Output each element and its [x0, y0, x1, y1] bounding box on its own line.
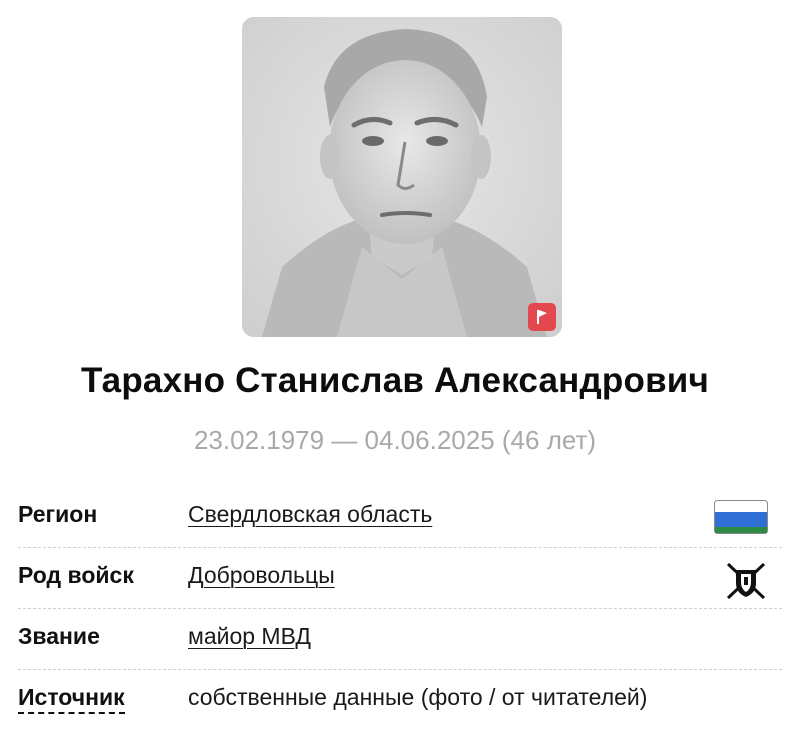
info-row-branch: Род войск Добровольцы: [18, 548, 782, 609]
source-label[interactable]: Источник: [18, 684, 125, 714]
person-name: Тарахно Станислав Александрович: [80, 361, 710, 400]
info-row-source: Источник собственные данные (фото / от ч…: [18, 670, 782, 730]
info-table: Регион Свердловская область Род войск До…: [18, 487, 782, 730]
info-row-rank: Звание майор МВД: [18, 609, 782, 670]
flag-icon: [537, 310, 547, 324]
region-link[interactable]: Свердловская область: [188, 501, 432, 528]
life-dates: 23.02.1979 — 04.06.2025 (46 лет): [193, 425, 597, 455]
info-row-region: Регион Свердловская область: [18, 487, 782, 548]
report-flag-button[interactable]: [528, 303, 556, 331]
sverdlovsk-flag-icon: [714, 500, 768, 539]
portrait-photo: [242, 17, 562, 337]
portrait-image: [242, 17, 562, 337]
rank-label: Звание: [18, 623, 100, 649]
rank-link[interactable]: майор МВД: [188, 623, 311, 650]
branch-label: Род войск: [18, 562, 134, 588]
volunteers-emblem-icon: [724, 561, 768, 606]
branch-link[interactable]: Добровольцы: [188, 562, 335, 589]
region-label: Регион: [18, 501, 98, 527]
source-value: собственные данные (фото / от читателей): [188, 684, 648, 710]
